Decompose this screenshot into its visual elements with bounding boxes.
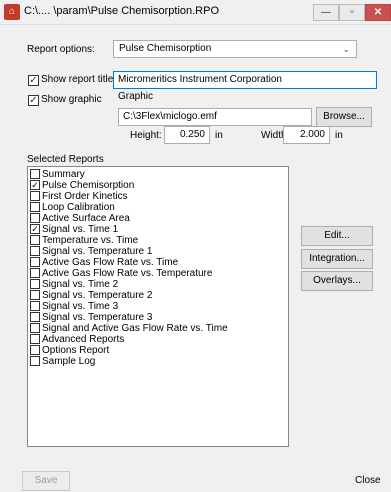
report-checkbox[interactable] xyxy=(30,301,40,311)
report-title-input[interactable]: Micromeritics Instrument Corporation xyxy=(113,71,377,89)
app-icon: ⌂ xyxy=(4,4,20,20)
height-unit: in xyxy=(215,130,223,141)
report-checkbox[interactable] xyxy=(30,246,40,256)
footer-bar: Save Close xyxy=(0,470,391,492)
browse-button[interactable]: Browse... xyxy=(316,107,372,127)
report-label: Temperature vs. Time xyxy=(42,235,139,246)
width-input[interactable]: 2.000 xyxy=(283,126,330,144)
report-options-value: Pulse Chemisorption xyxy=(119,43,212,54)
report-label: Active Gas Flow Rate vs. Temperature xyxy=(42,268,213,279)
report-options-label: Report options: xyxy=(27,44,95,55)
report-options-select[interactable]: Pulse Chemisorption ⌄ xyxy=(113,40,357,58)
show-report-title-label: Show report title xyxy=(41,74,114,85)
report-label: Signal vs. Temperature 2 xyxy=(42,290,153,301)
report-checkbox[interactable] xyxy=(30,202,40,212)
report-options-window: ⌂ C:\.... \param\Pulse Chemisorption.RPO… xyxy=(0,0,391,492)
report-checkbox[interactable] xyxy=(30,235,40,245)
show-graphic-label: Show graphic xyxy=(41,94,102,105)
report-checkbox[interactable] xyxy=(30,257,40,267)
report-label: Summary xyxy=(42,169,85,180)
report-checkbox[interactable] xyxy=(30,323,40,333)
report-label: First Order Kinetics xyxy=(42,191,128,202)
graphic-path-input[interactable]: C:\3Flex\miclogo.emf xyxy=(118,108,312,126)
graphic-label: Graphic xyxy=(118,91,154,102)
save-button[interactable]: Save xyxy=(22,471,70,491)
integration-button[interactable]: Integration... xyxy=(301,249,373,269)
height-input[interactable]: 0.250 xyxy=(164,126,210,144)
report-checkbox[interactable] xyxy=(30,334,40,344)
report-label: Signal vs. Time 3 xyxy=(42,301,119,312)
close-button[interactable]: Close xyxy=(355,475,381,486)
report-checkbox[interactable] xyxy=(30,169,40,179)
report-checkbox[interactable] xyxy=(30,345,40,355)
close-window-button[interactable]: ✕ xyxy=(365,4,391,21)
report-label: Active Surface Area xyxy=(42,213,130,224)
show-graphic-checkbox[interactable]: ✓ xyxy=(28,95,39,106)
report-label: Signal vs. Time 1 xyxy=(42,224,119,235)
width-unit: in xyxy=(335,130,343,141)
selected-reports-label: Selected Reports xyxy=(27,154,104,165)
title-bar: ⌂ C:\.... \param\Pulse Chemisorption.RPO… xyxy=(0,0,391,25)
report-label: Options Report xyxy=(42,345,110,356)
report-label: Sample Log xyxy=(42,356,96,367)
report-label: Signal vs. Temperature 1 xyxy=(42,246,153,257)
report-checkbox[interactable]: ✓ xyxy=(30,180,40,190)
report-checkbox[interactable] xyxy=(30,191,40,201)
report-checkbox[interactable] xyxy=(30,279,40,289)
report-checkbox[interactable] xyxy=(30,213,40,223)
chevron-down-icon: ⌄ xyxy=(342,44,350,54)
overlays-button[interactable]: Overlays... xyxy=(301,271,373,291)
report-label: Signal vs. Time 2 xyxy=(42,279,119,290)
report-label: Signal vs. Temperature 3 xyxy=(42,312,153,323)
report-checkbox[interactable] xyxy=(30,356,40,366)
report-label: Pulse Chemisorption xyxy=(42,180,135,191)
edit-button[interactable]: Edit... xyxy=(301,226,373,246)
report-checkbox[interactable] xyxy=(30,312,40,322)
show-report-title-checkbox[interactable]: ✓ xyxy=(28,75,39,86)
report-checkbox[interactable]: ✓ xyxy=(30,224,40,234)
report-label: Signal and Active Gas Flow Rate vs. Time xyxy=(42,323,228,334)
report-label: Loop Calibration xyxy=(42,202,115,213)
report-checkbox[interactable] xyxy=(30,268,40,278)
height-label: Height: xyxy=(130,130,162,141)
selected-reports-list[interactable]: Summary ✓ Pulse Chemisorption First Order K… xyxy=(27,166,289,447)
report-checkbox[interactable] xyxy=(30,290,40,300)
minimize-button[interactable]: — xyxy=(313,4,339,21)
report-label: Advanced Reports xyxy=(42,334,125,345)
maximize-button[interactable]: ▫ xyxy=(339,4,365,21)
window-title: C:\.... \param\Pulse Chemisorption.RPO xyxy=(24,5,220,17)
report-label: Active Gas Flow Rate vs. Time xyxy=(42,257,179,268)
